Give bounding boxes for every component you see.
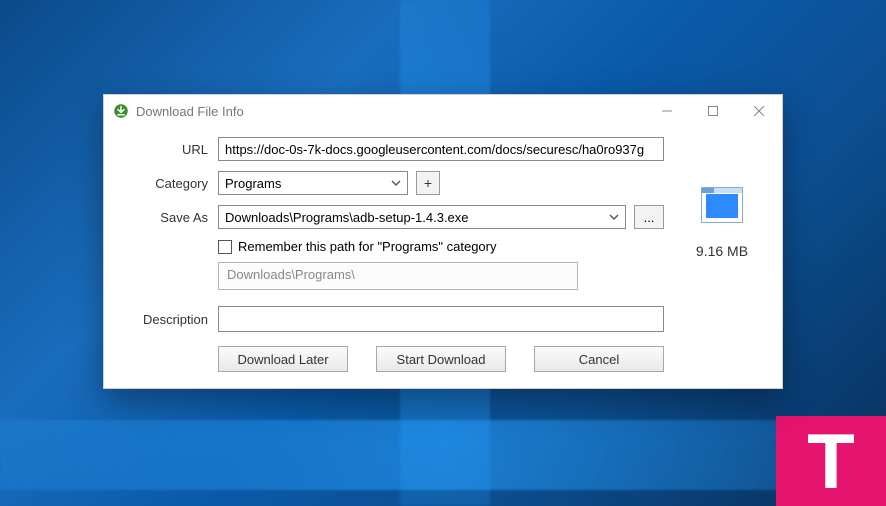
remember-path-label: Remember this path for "Programs" catego… [238,239,497,254]
remember-path-checkbox[interactable] [218,240,232,254]
download-later-button[interactable]: Download Later [218,346,348,372]
start-download-button[interactable]: Start Download [376,346,506,372]
url-label: URL [122,142,218,157]
chevron-down-icon [607,210,621,224]
category-row: Category Programs + [122,171,664,195]
file-type-icon [701,187,743,223]
description-row: Description [122,306,664,332]
url-row: URL [122,137,664,161]
file-info-panel: 9.16 MB [680,137,764,372]
remembered-path-display: Downloads\Programs\ [218,262,578,290]
description-label: Description [122,312,218,327]
form-area: URL Category Programs + Save As Download… [122,137,664,372]
ellipsis-icon: ... [644,210,655,225]
url-input[interactable] [218,137,664,161]
category-label: Category [122,176,218,191]
action-buttons: Download Later Start Download Cancel [218,346,664,372]
saveas-combobox[interactable]: Downloads\Programs\adb-setup-1.4.3.exe [218,205,626,229]
category-select[interactable]: Programs [218,171,408,195]
saveas-label: Save As [122,210,218,225]
saveas-value: Downloads\Programs\adb-setup-1.4.3.exe [225,210,469,225]
window-controls [644,95,782,127]
remember-path-row: Remember this path for "Programs" catego… [218,239,664,254]
browse-button[interactable]: ... [634,205,664,229]
dialog-content: URL Category Programs + Save As Download… [104,127,782,388]
maximize-button[interactable] [690,95,736,127]
saveas-row: Save As Downloads\Programs\adb-setup-1.4… [122,205,664,229]
window-title: Download File Info [136,104,244,119]
titlebar: Download File Info [104,95,782,127]
description-input[interactable] [218,306,664,332]
download-file-info-dialog: Download File Info URL Category Progr [103,94,783,389]
cancel-button[interactable]: Cancel [534,346,664,372]
close-button[interactable] [736,95,782,127]
file-size-text: 9.16 MB [696,243,748,259]
app-icon [112,102,130,120]
category-value: Programs [225,176,281,191]
chevron-down-icon [389,176,403,190]
add-category-button[interactable]: + [416,171,440,195]
minimize-button[interactable] [644,95,690,127]
site-badge: T [776,416,886,506]
